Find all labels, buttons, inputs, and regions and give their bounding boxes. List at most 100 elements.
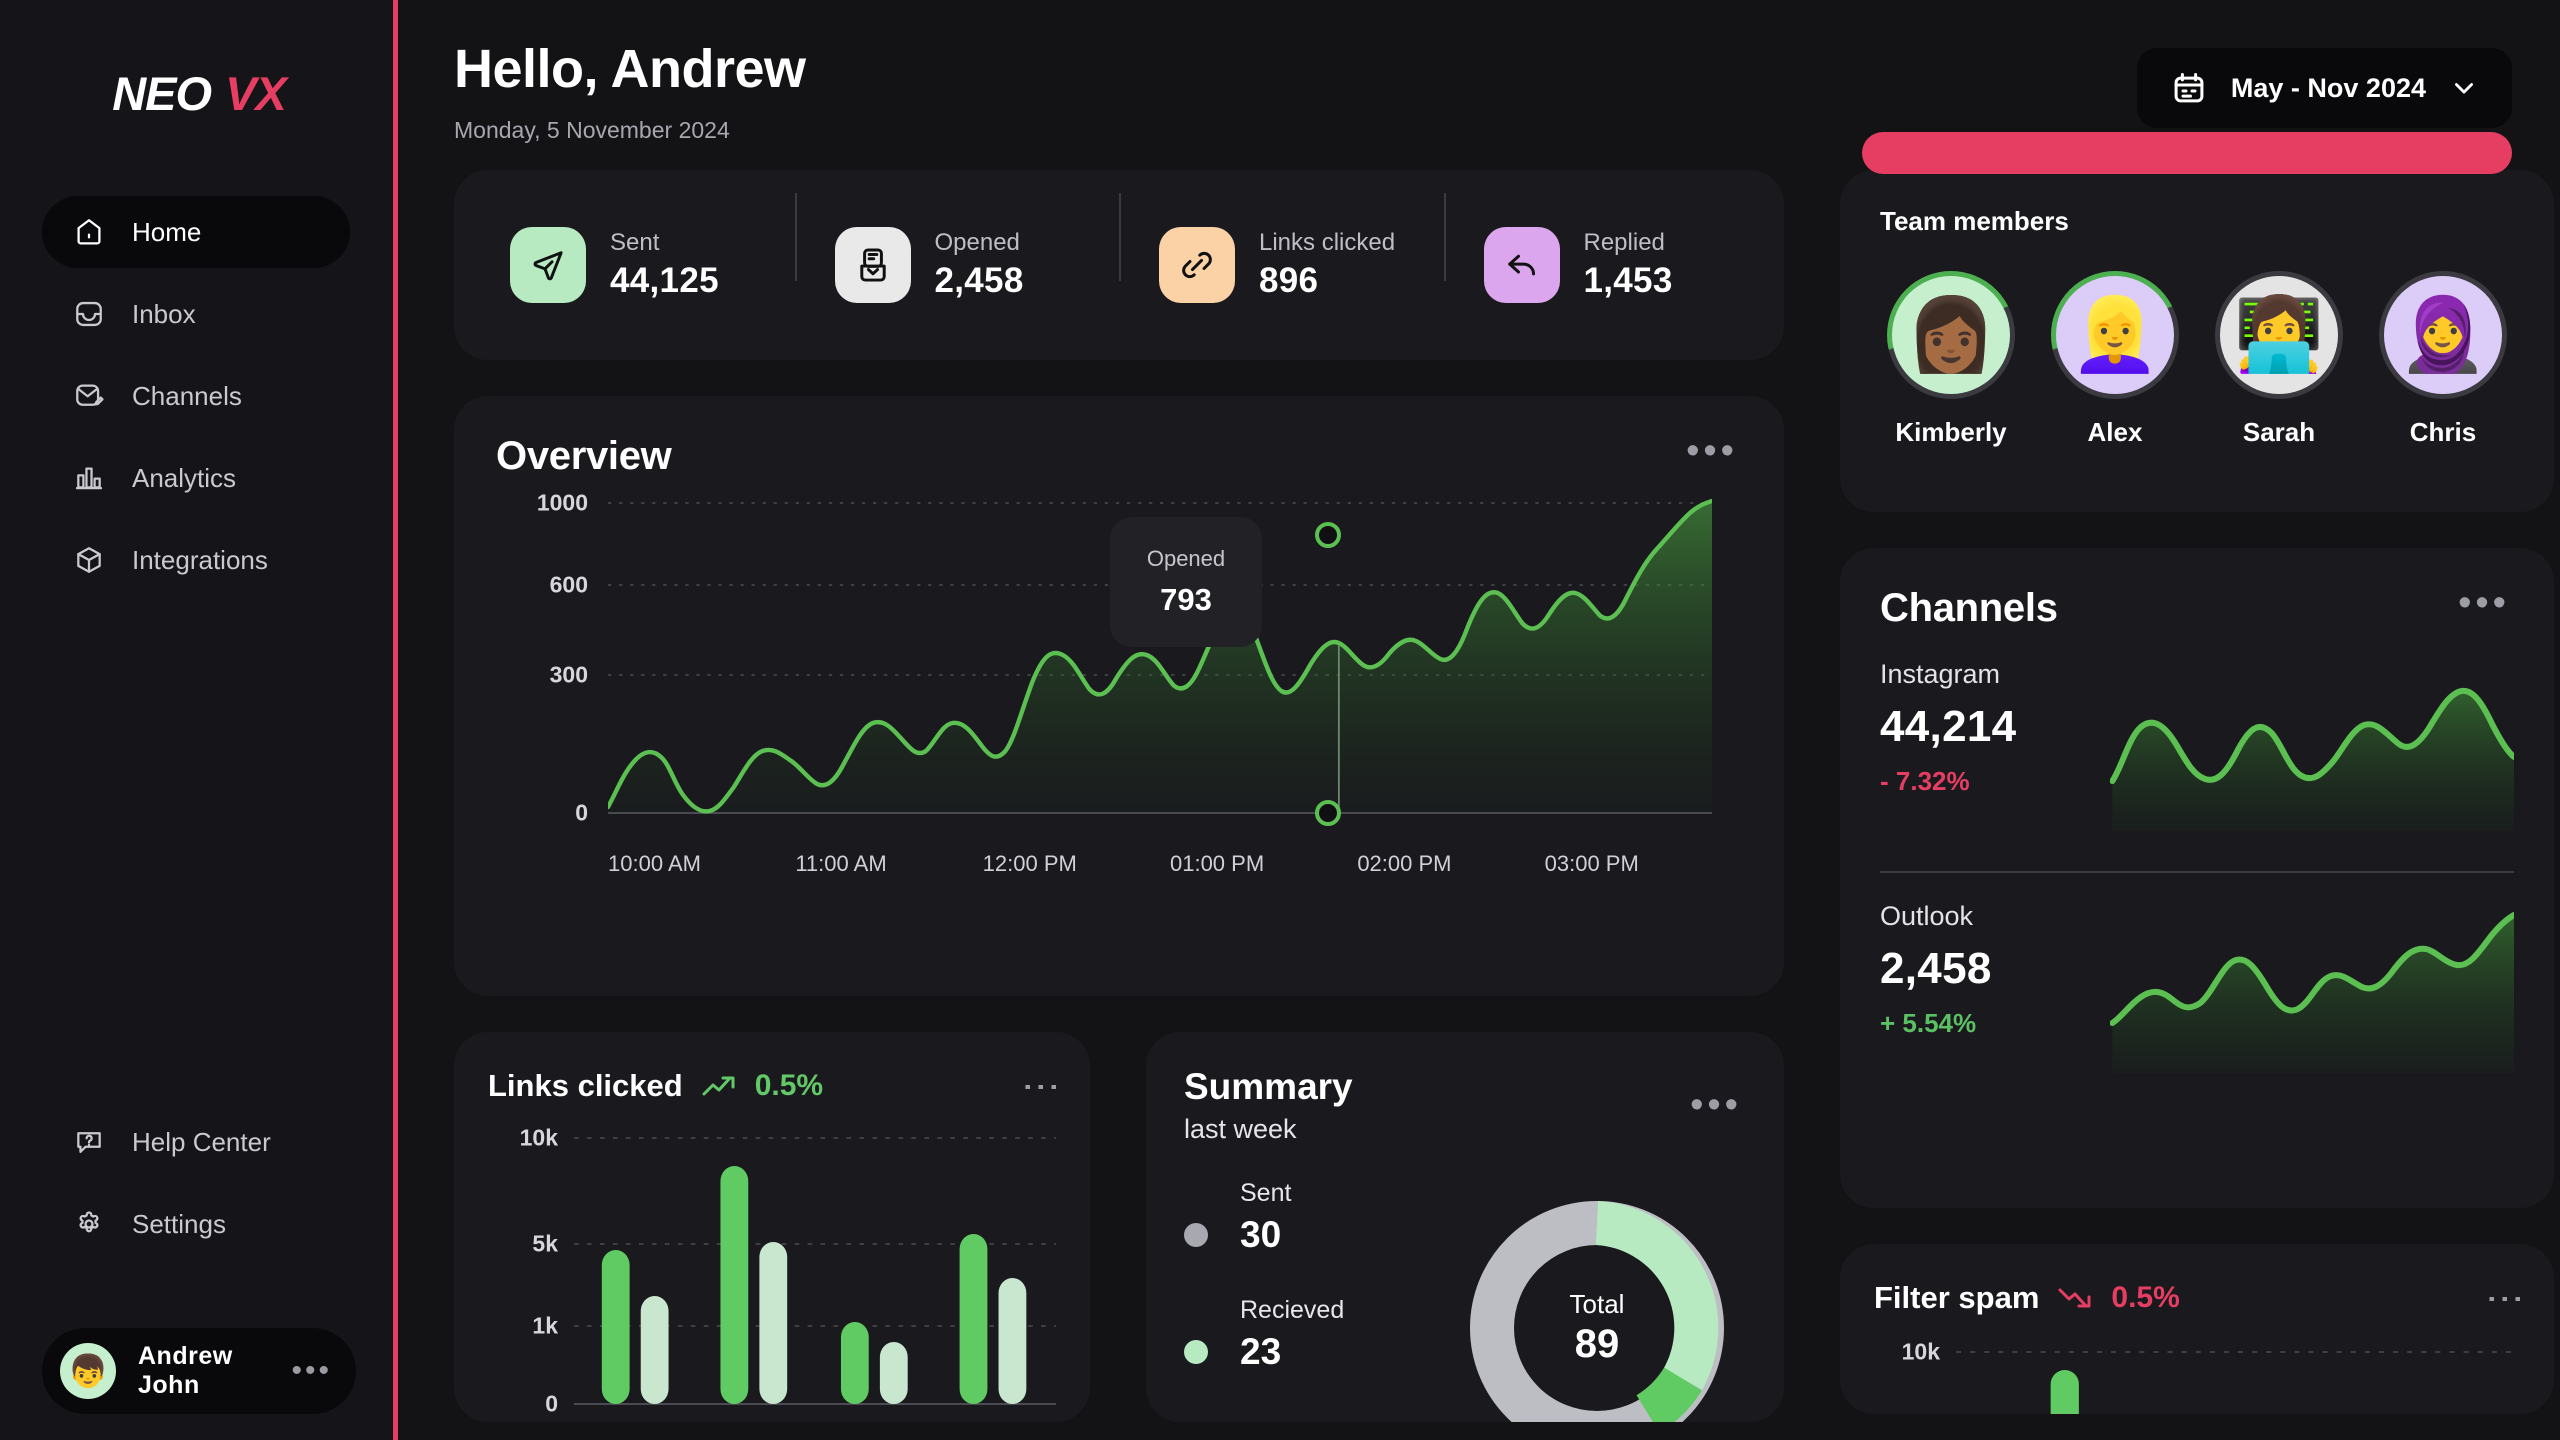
- team-member-name: Alex: [2087, 417, 2143, 447]
- sidebar-item-channels[interactable]: Channels: [42, 360, 350, 432]
- x-tick: 12:00 PM: [982, 851, 1077, 876]
- legend-label: Recieved: [1240, 1296, 1345, 1324]
- team-member-sarah[interactable]: 👩‍💻 Sarah: [2208, 271, 2350, 448]
- links-clicked-menu-button[interactable]: ⋮: [1020, 1066, 1062, 1106]
- sidebar-item-help-center[interactable]: Help Center: [42, 1106, 350, 1178]
- channels-title: Channels: [1880, 586, 2058, 630]
- channel-row-instagram[interactable]: Instagram 44,214 - 7.32%: [1880, 631, 2514, 853]
- bottom-row: Links clicked 0.5% ⋮ 10k 5k 1k 0 Summary…: [454, 1032, 1784, 1422]
- profile-menu-icon[interactable]: •••: [291, 1356, 332, 1386]
- filter-spam-menu-button[interactable]: ⋮: [2484, 1278, 2526, 1318]
- legend-dot: [1184, 1223, 1208, 1247]
- team-members-list: 👩🏾 Kimberly 👱‍♀️ Alex 👩‍: [1880, 271, 2514, 448]
- summary-donut-chart: Total 89: [1462, 1193, 1732, 1422]
- stat-label: Sent: [610, 229, 660, 256]
- legend-item-sent: Sent 30: [1184, 1179, 1474, 1256]
- channel-name: Instagram: [1880, 659, 2001, 689]
- bar-group-2: [720, 1166, 788, 1404]
- main-content: Hello, Andrew Monday, 5 November 2024 Ma…: [398, 0, 2560, 1440]
- avatar-ring-offline: 🧕: [2379, 271, 2507, 399]
- overview-title: Overview: [496, 434, 672, 478]
- instagram-sparkline: [2110, 663, 2514, 853]
- overview-menu-button[interactable]: •••: [1682, 432, 1742, 470]
- channel-delta: + 5.54%: [1880, 1008, 1977, 1038]
- team-member-chris[interactable]: 🧕 Chris: [2372, 271, 2514, 448]
- sidebar-item-analytics[interactable]: Analytics: [42, 442, 350, 514]
- date-range-picker[interactable]: May - Nov 2024: [2136, 48, 2512, 128]
- stat-card-replied[interactable]: Replied 1,453: [1443, 193, 1769, 303]
- brand-logo[interactable]: NEO VX: [0, 58, 398, 128]
- stat-label: Links clicked: [1259, 229, 1396, 256]
- y-tick: 10k: [1901, 1338, 1940, 1365]
- left-column: Sent 44,125 Opened 2,458 Links clicked 8…: [454, 170, 1784, 1422]
- team-member-name: Sarah: [2242, 417, 2316, 447]
- x-tick: 02:00 PM: [1357, 851, 1452, 876]
- right-column: Team members 👩🏾 Kimberly 👱‍♀️: [1840, 170, 2554, 1422]
- logo-text-vx: VX: [225, 66, 287, 120]
- accent-progress-bar: [1862, 132, 2512, 174]
- integrations-icon: [72, 543, 106, 577]
- sidebar-item-label: Inbox: [132, 298, 196, 329]
- summary-menu-button[interactable]: •••: [1686, 1086, 1746, 1124]
- help-icon: [72, 1125, 106, 1159]
- legend-value: 30: [1240, 1214, 1282, 1255]
- outlook-sparkline: [2110, 905, 2514, 1095]
- user-profile[interactable]: 👦 Andrew John •••: [42, 1328, 356, 1414]
- envelope-open-icon: [834, 227, 911, 303]
- analytics-icon: [72, 461, 106, 495]
- stat-card-sent[interactable]: Sent 44,125: [470, 227, 795, 303]
- filter-spam-card: Filter spam 0.5% ⋮ 10k: [1840, 1244, 2554, 1414]
- chevron-down-icon: [2450, 74, 2478, 102]
- links-clicked-delta: 0.5%: [754, 1069, 824, 1102]
- legend-value: 23: [1240, 1331, 1282, 1372]
- content-grid: Sent 44,125 Opened 2,458 Links clicked 8…: [398, 170, 2560, 1422]
- links-clicked-y-axis: 10k 5k 1k 0: [488, 1125, 558, 1417]
- overview-y-axis: 1000 600 300 0: [496, 490, 588, 829]
- channel-delta: - 7.32%: [1880, 766, 1970, 796]
- sidebar-item-home[interactable]: Home: [42, 196, 350, 268]
- links-clicked-title: Links clicked: [488, 1068, 683, 1103]
- links-clicked-card: Links clicked 0.5% ⋮ 10k 5k 1k 0: [454, 1032, 1090, 1422]
- sidebar-item-integrations[interactable]: Integrations: [42, 524, 350, 596]
- sidebar-item-label: Help Center: [132, 1126, 271, 1157]
- stat-label: Replied: [1583, 229, 1665, 256]
- link-icon: [1159, 227, 1235, 303]
- stat-card-opened[interactable]: Opened 2,458: [794, 193, 1120, 303]
- tooltip-label: Opened: [1146, 546, 1226, 571]
- avatar-ring-online: 👩🏾: [1887, 271, 2015, 399]
- channels-menu-button[interactable]: •••: [2454, 584, 2514, 622]
- bar-group-3: [840, 1322, 908, 1404]
- dashboard-root: NEO VX Home Inbox Channels Analytics Int…: [0, 0, 2560, 1440]
- summary-title: Summary: [1184, 1066, 1353, 1107]
- filter-spam-delta: 0.5%: [2111, 1281, 2180, 1314]
- avatar-ring-online: 👱‍♀️: [2051, 271, 2179, 399]
- sidebar-item-label: Channels: [132, 380, 242, 411]
- channels-card: Channels ••• Instagram 44,214 - 7.32% Ou…: [1840, 548, 2554, 1208]
- team-member-name: Kimberly: [1895, 417, 2007, 447]
- avatar: 👩‍💻: [2220, 276, 2338, 394]
- trend-down-icon: [2057, 1285, 2093, 1311]
- home-icon: [72, 215, 106, 249]
- channel-row-outlook[interactable]: Outlook 2,458 + 5.54%: [1880, 873, 2514, 1095]
- stats-strip: Sent 44,125 Opened 2,458 Links clicked 8…: [454, 170, 1784, 360]
- sidebar-item-inbox[interactable]: Inbox: [42, 278, 350, 350]
- team-member-alex[interactable]: 👱‍♀️ Alex: [2044, 271, 2186, 448]
- y-tick: 1k: [532, 1312, 558, 1339]
- stat-card-links-clicked[interactable]: Links clicked 896: [1119, 193, 1444, 303]
- avatar: 🧕: [2384, 276, 2502, 394]
- y-tick: 0: [545, 1390, 558, 1417]
- date-range-value: May - Nov 2024: [2230, 72, 2426, 103]
- tooltip-value: 793: [1160, 582, 1212, 617]
- y-tick: 300: [549, 661, 588, 688]
- team-member-kimberly[interactable]: 👩🏾 Kimberly: [1880, 271, 2022, 448]
- donut-center: Total 89: [1462, 1193, 1732, 1422]
- summary-subtitle: last week: [1184, 1114, 1297, 1144]
- sidebar-item-label: Analytics: [132, 462, 237, 493]
- overview-hover-point-top: [1314, 522, 1341, 548]
- overview-plot-area: 1000 600 300 0 Opened 793 10:00 AM 11:00…: [496, 490, 1742, 899]
- legend-label: Sent: [1240, 1179, 1292, 1207]
- calendar-icon: [2171, 70, 2207, 106]
- trend-up-icon: [701, 1073, 737, 1099]
- sidebar-item-settings[interactable]: Settings: [42, 1188, 350, 1260]
- channels-icon: [72, 379, 106, 413]
